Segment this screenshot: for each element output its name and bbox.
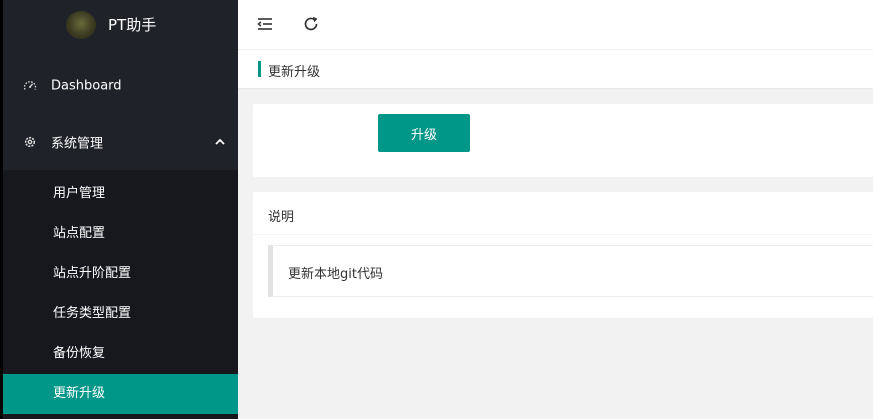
chevron-up-icon	[215, 138, 225, 145]
notes-card-header: 说明	[253, 192, 873, 235]
sidebar-item-site-level-config[interactable]: 站点升阶配置	[3, 254, 238, 294]
sidebar-item-update-upgrade[interactable]: 更新升级	[3, 374, 238, 414]
app-title: PT助手	[108, 16, 157, 34]
menu-fold-icon[interactable]	[255, 14, 275, 34]
sidebar-item-system-management[interactable]: 系统管理	[3, 116, 238, 168]
sidebar-item-user-management[interactable]: 用户管理	[3, 174, 238, 214]
sidebar-item-site-config[interactable]: 站点配置	[3, 214, 238, 254]
submenu-system: 用户管理 站点配置 站点升阶配置 任务类型配置 备份恢复 更新升级	[3, 170, 238, 419]
sidebar-item-dashboard[interactable]: Dashboard	[3, 63, 238, 109]
notes-title: 说明	[268, 210, 295, 225]
sidebar-item-backup-restore[interactable]: 备份恢复	[3, 334, 238, 374]
sidebar-item-task-type-config[interactable]: 任务类型配置	[3, 294, 238, 334]
logo[interactable]: PT助手	[0, 0, 238, 50]
upgrade-card: 升级	[253, 104, 873, 177]
sidebar-item-label: Dashboard	[51, 78, 122, 94]
breadcrumb: 更新升级	[238, 50, 873, 88]
dashboard-icon	[23, 81, 37, 90]
breadcrumb-marker	[258, 61, 261, 77]
refresh-icon[interactable]	[301, 14, 321, 34]
sidebar-item-label: 备份恢复	[53, 346, 106, 361]
logo-image	[66, 11, 96, 39]
sidebar-item-label: 任务类型配置	[53, 306, 132, 321]
sidebar: PT助手 Dashboard 系统管理 用户管理 站点配置 站点升阶配置 任务类	[0, 0, 238, 419]
sidebar-item-label: 用户管理	[53, 186, 106, 201]
upgrade-button[interactable]: 升级	[378, 114, 470, 152]
notes-text: 更新本地git代码	[288, 267, 383, 282]
sidebar-item-label: 站点升阶配置	[53, 266, 132, 281]
sidebar-item-label: 站点配置	[53, 226, 106, 241]
gear-icon	[24, 136, 36, 148]
sidebar-item-label: 系统管理	[51, 136, 104, 152]
notes-card: 说明 更新本地git代码	[253, 192, 873, 318]
sidebar-item-label: 更新升级	[53, 386, 106, 401]
notes-quote: 更新本地git代码	[268, 245, 873, 297]
breadcrumb-current: 更新升级	[268, 65, 321, 80]
top-toolbar	[238, 0, 873, 50]
